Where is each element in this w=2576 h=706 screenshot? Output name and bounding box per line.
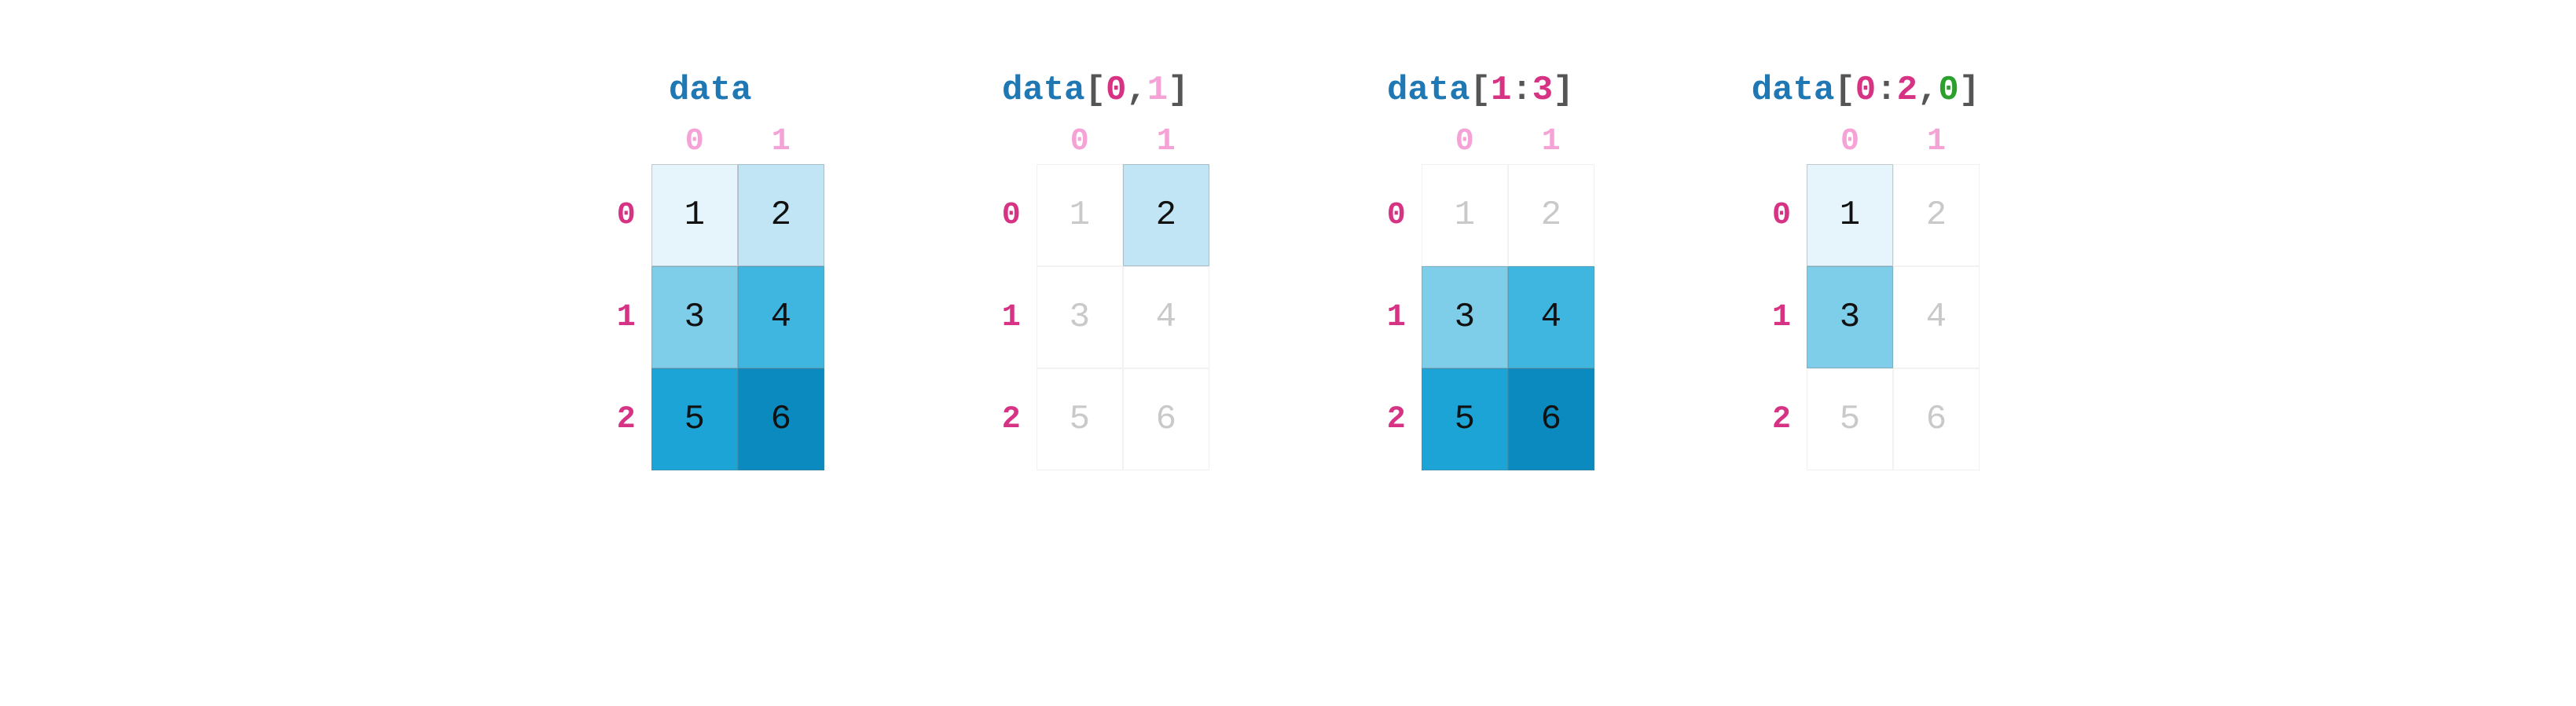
row-header: 2 [596, 368, 651, 470]
title-part: [ [1834, 71, 1855, 110]
cell: 3 [1807, 266, 1893, 368]
cell: 4 [1893, 266, 1980, 368]
row-header: 2 [1752, 368, 1807, 470]
col-header: 0 [1422, 124, 1508, 159]
title-part: data [669, 71, 752, 110]
title-part: : [1876, 71, 1896, 110]
row-header: 0 [982, 164, 1037, 266]
cell: 4 [738, 266, 824, 368]
grid-wrap: 0 1 2 1 2 3 4 5 6 [1367, 164, 1594, 470]
cell: 3 [1422, 266, 1508, 368]
diagram-container: data 0 1 0 1 2 1 2 3 4 5 6 data[0,1] 0 [596, 0, 1980, 470]
cell: 2 [1893, 164, 1980, 266]
col-header: 1 [1123, 124, 1209, 159]
col-header: 0 [1807, 124, 1893, 159]
col-headers: 0 1 [1422, 124, 1594, 159]
cell: 1 [651, 164, 738, 266]
array-grid: 1 2 3 4 5 6 [651, 164, 824, 470]
title-part: ] [1959, 71, 1980, 110]
row-headers: 0 1 2 [1367, 164, 1422, 470]
col-header: 0 [651, 124, 738, 159]
cell: 2 [1508, 164, 1594, 266]
title-part: data [1002, 71, 1085, 110]
title-part: [ [1085, 71, 1106, 110]
cell: 2 [738, 164, 824, 266]
col-header: 1 [1508, 124, 1594, 159]
col-header: 0 [1037, 124, 1123, 159]
col-header: 1 [1893, 124, 1980, 159]
row-header: 2 [1367, 368, 1422, 470]
title-part: 0 [1855, 71, 1876, 110]
col-headers: 0 1 [651, 124, 824, 159]
cell: 4 [1508, 266, 1594, 368]
row-header: 0 [1752, 164, 1807, 266]
cell: 5 [651, 368, 738, 470]
row-headers: 0 1 2 [596, 164, 651, 470]
array-grid: 1 2 3 4 5 6 [1807, 164, 1980, 470]
title-part: 0 [1938, 71, 1958, 110]
panel-index-element: data[0,1] 0 1 0 1 2 1 2 3 4 5 6 [982, 71, 1209, 470]
title-part: , [1917, 71, 1938, 110]
panel-title: data[0:2,0] [1752, 71, 1980, 110]
row-header: 1 [982, 266, 1037, 368]
cell: 3 [1037, 266, 1123, 368]
cell: 5 [1807, 368, 1893, 470]
row-headers: 0 1 2 [982, 164, 1037, 470]
cell: 3 [651, 266, 738, 368]
title-part: 3 [1532, 71, 1553, 110]
array-grid: 1 2 3 4 5 6 [1037, 164, 1209, 470]
col-headers: 0 1 [1037, 124, 1209, 159]
cell: 4 [1123, 266, 1209, 368]
panel-slice-rows: data[1:3] 0 1 0 1 2 1 2 3 4 5 6 [1367, 71, 1594, 470]
row-header: 0 [596, 164, 651, 266]
panel-title: data [669, 71, 752, 110]
title-part: data [1387, 71, 1470, 110]
title-part: data [1752, 71, 1835, 110]
cell: 5 [1037, 368, 1123, 470]
cell: 2 [1123, 164, 1209, 266]
grid-wrap: 0 1 2 1 2 3 4 5 6 [982, 164, 1209, 470]
row-header: 0 [1367, 164, 1422, 266]
title-part: 2 [1897, 71, 1917, 110]
grid-wrap: 0 1 2 1 2 3 4 5 6 [596, 164, 824, 470]
cell: 6 [1123, 368, 1209, 470]
cell: 1 [1807, 164, 1893, 266]
row-header: 1 [1752, 266, 1807, 368]
col-headers: 0 1 [1807, 124, 1980, 159]
panel-title: data[0,1] [1002, 71, 1189, 110]
cell: 1 [1037, 164, 1123, 266]
title-part: 1 [1491, 71, 1511, 110]
array-grid: 1 2 3 4 5 6 [1422, 164, 1594, 470]
title-part: 1 [1147, 71, 1168, 110]
title-part: 0 [1106, 71, 1126, 110]
title-part: ] [1168, 71, 1188, 110]
panel-data: data 0 1 0 1 2 1 2 3 4 5 6 [596, 71, 824, 470]
title-part: [ [1470, 71, 1491, 110]
cell: 6 [738, 368, 824, 470]
cell: 6 [1508, 368, 1594, 470]
cell: 1 [1422, 164, 1508, 266]
cell: 6 [1893, 368, 1980, 470]
cell: 5 [1422, 368, 1508, 470]
row-header: 2 [982, 368, 1037, 470]
title-part: : [1511, 71, 1532, 110]
title-part: ] [1553, 71, 1573, 110]
col-header: 1 [738, 124, 824, 159]
grid-wrap: 0 1 2 1 2 3 4 5 6 [1752, 164, 1980, 470]
row-header: 1 [1367, 266, 1422, 368]
row-header: 1 [596, 266, 651, 368]
row-headers: 0 1 2 [1752, 164, 1807, 470]
panel-title: data[1:3] [1387, 71, 1574, 110]
panel-slice-col: data[0:2,0] 0 1 0 1 2 1 2 3 4 5 6 [1752, 71, 1980, 470]
title-part: , [1126, 71, 1147, 110]
